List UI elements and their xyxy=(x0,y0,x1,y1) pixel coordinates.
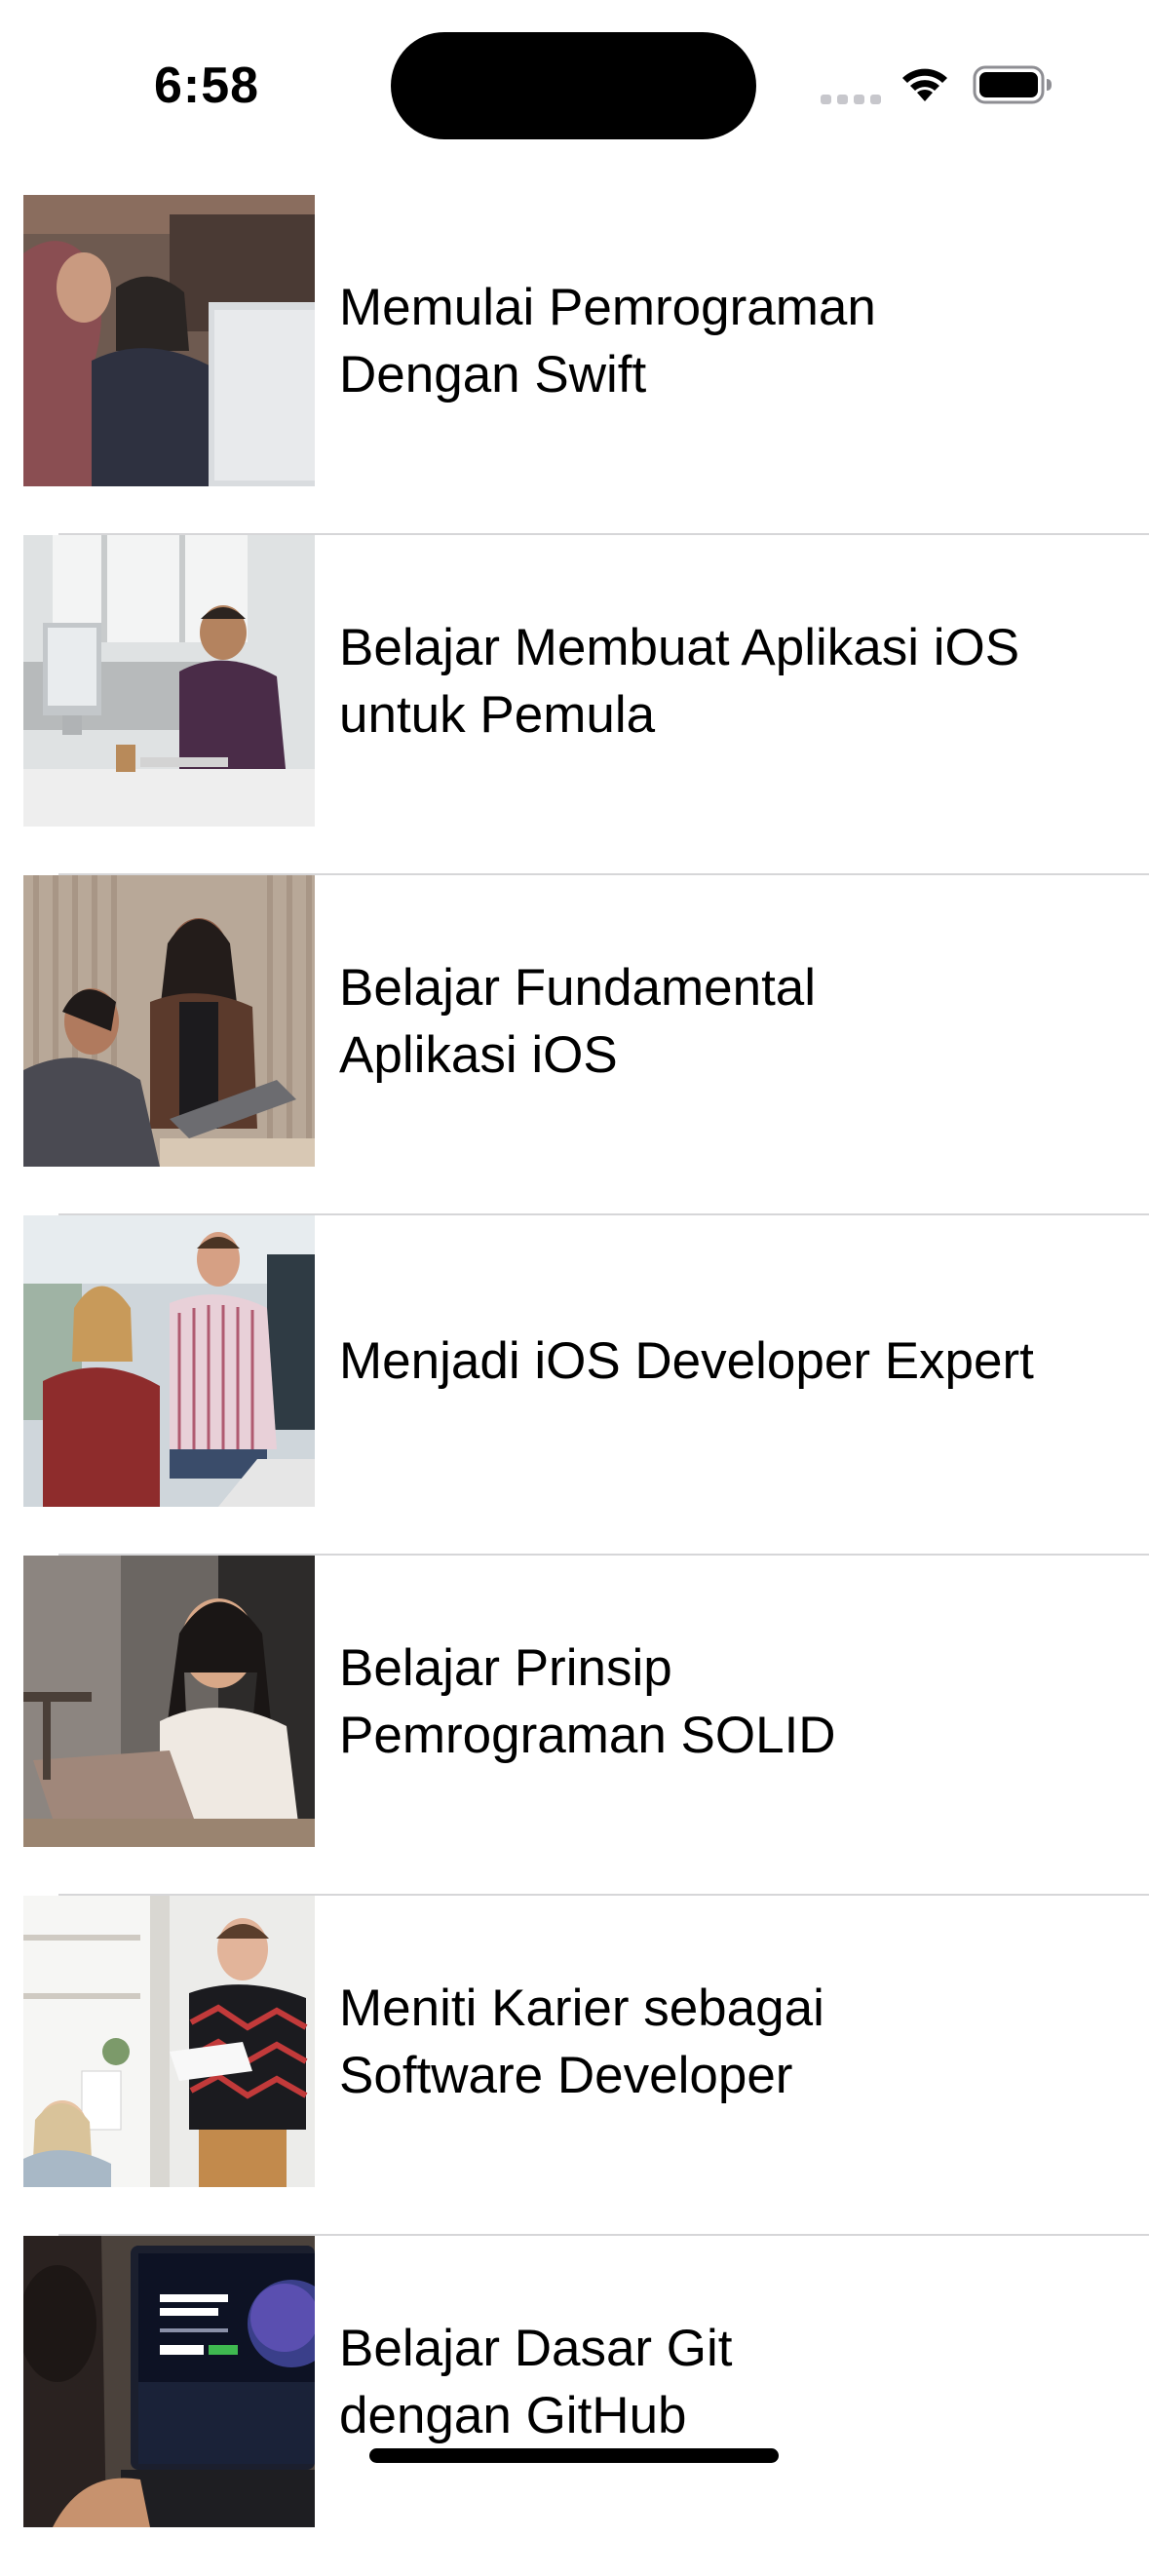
course-thumbnail xyxy=(23,875,315,1167)
course-title: Belajar Prinsip Pemrograman SOLID xyxy=(339,1638,836,1764)
course-thumbnail xyxy=(23,1896,315,2187)
two-women-with-laptop-photo xyxy=(23,875,315,1167)
course-title: Memulai Pemrograman Dengan Swift xyxy=(339,278,876,404)
dynamic-island xyxy=(391,32,756,139)
status-time: 6:58 xyxy=(154,58,260,114)
wifi-icon xyxy=(902,68,947,101)
course-title: Belajar Fundamental Aplikasi iOS xyxy=(339,958,817,1084)
course-thumbnail xyxy=(23,1556,315,1847)
course-row[interactable]: Belajar Dasar Git dengan GitHub xyxy=(0,2236,1149,2576)
colleagues-discussing-photo xyxy=(23,1215,315,1507)
course-thumbnail xyxy=(23,1215,315,1507)
course-row[interactable]: Meniti Karier sebagai Software Developer xyxy=(0,1896,1149,2236)
course-title: Belajar Dasar Git dengan GitHub xyxy=(339,2319,733,2444)
man-holding-paper-photo xyxy=(23,1896,315,2187)
course-thumbnail xyxy=(23,535,315,827)
status-bar: 6:58 xyxy=(0,0,1149,175)
course-row[interactable]: Belajar Fundamental Aplikasi iOS xyxy=(0,875,1149,1215)
battery-icon xyxy=(973,65,1052,104)
woman-smiling-at-laptop-photo xyxy=(23,1556,315,1847)
course-thumbnail xyxy=(23,195,315,486)
course-row[interactable]: Belajar Membuat Aplikasi iOS untuk Pemul… xyxy=(0,535,1149,875)
course-thumbnail xyxy=(23,2236,315,2527)
course-row[interactable]: Belajar Prinsip Pemrograman SOLID xyxy=(0,1556,1149,1896)
course-row[interactable]: Menjadi iOS Developer Expert xyxy=(0,1215,1149,1556)
laptop-github-page-photo xyxy=(23,2236,315,2527)
course-row[interactable]: Memulai Pemrograman Dengan Swift xyxy=(0,195,1149,535)
course-title: Belajar Membuat Aplikasi iOS untuk Pemul… xyxy=(339,618,1020,744)
course-title: Meniti Karier sebagai Software Developer xyxy=(339,1979,824,2104)
course-list: Memulai Pemrograman Dengan Swift Belajar… xyxy=(0,195,1149,2576)
signal-dots-icon xyxy=(821,95,881,104)
man-at-office-desk-photo xyxy=(23,535,315,827)
course-title: Menjadi iOS Developer Expert xyxy=(339,1332,1034,1390)
home-indicator[interactable] xyxy=(369,2448,779,2463)
two-women-at-computer-photo xyxy=(23,195,315,486)
